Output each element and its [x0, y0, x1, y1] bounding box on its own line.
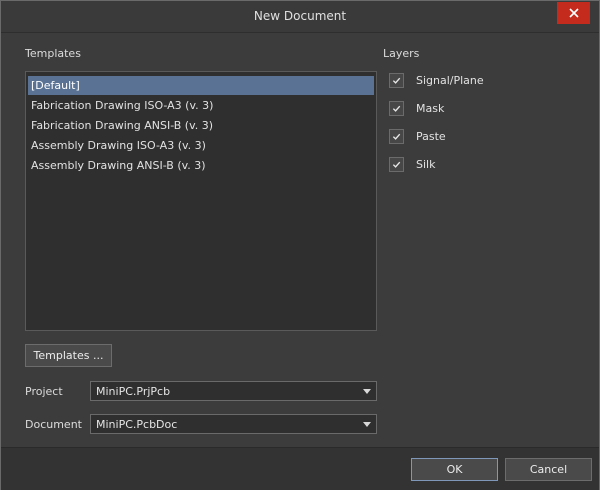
project-label: Project	[25, 385, 63, 398]
document-value: MiniPC.PcbDoc	[96, 418, 178, 431]
new-document-dialog: New Document Templates [Default] Fabrica…	[0, 0, 600, 490]
checkbox[interactable]	[389, 156, 404, 172]
dialog-body: Templates [Default] Fabrication Drawing …	[1, 33, 599, 447]
list-item[interactable]: Assembly Drawing ANSI-B (v. 3)	[28, 156, 374, 175]
checkbox[interactable]	[389, 72, 404, 88]
layer-checkbox-paste[interactable]: Paste	[389, 128, 446, 144]
layer-checkbox-mask[interactable]: Mask	[389, 100, 444, 116]
checkbox-label: Mask	[416, 101, 445, 115]
checkbox-label: Paste	[416, 129, 446, 143]
list-item[interactable]: Fabrication Drawing ISO-A3 (v. 3)	[28, 96, 374, 115]
checkmark-icon	[392, 105, 401, 112]
checkbox-label: Signal/Plane	[416, 73, 484, 87]
checkmark-icon	[392, 77, 401, 84]
templates-button[interactable]: Templates ...	[25, 344, 112, 367]
project-value: MiniPC.PrjPcb	[96, 385, 171, 398]
checkbox[interactable]	[389, 128, 404, 144]
title-bar: New Document	[1, 1, 599, 33]
document-label: Document	[25, 418, 82, 431]
templates-list[interactable]: [Default] Fabrication Drawing ISO-A3 (v.…	[25, 71, 377, 331]
project-dropdown[interactable]: MiniPC.PrjPcb	[90, 381, 377, 401]
close-button[interactable]	[557, 2, 590, 24]
document-dropdown[interactable]: MiniPC.PcbDoc	[90, 414, 377, 434]
dialog-title: New Document	[253, 9, 347, 23]
layer-checkbox-silk[interactable]: Silk	[389, 156, 435, 172]
list-item[interactable]: Assembly Drawing ISO-A3 (v. 3)	[28, 136, 374, 155]
chevron-down-icon	[363, 389, 371, 394]
list-item[interactable]: Fabrication Drawing ANSI-B (v. 3)	[28, 116, 374, 135]
templates-label: Templates	[25, 47, 81, 60]
layer-checkbox-signal-plane[interactable]: Signal/Plane	[389, 72, 484, 88]
checkbox[interactable]	[389, 100, 404, 116]
checkmark-icon	[392, 161, 401, 168]
checkmark-icon	[392, 133, 401, 140]
dialog-footer: OK Cancel	[1, 447, 599, 490]
layers-label: Layers	[383, 47, 420, 60]
cancel-button[interactable]: Cancel	[505, 458, 592, 481]
ok-button[interactable]: OK	[411, 458, 498, 481]
list-item[interactable]: [Default]	[28, 76, 374, 95]
chevron-down-icon	[363, 422, 371, 427]
close-icon	[568, 8, 579, 18]
checkbox-label: Silk	[416, 157, 436, 171]
